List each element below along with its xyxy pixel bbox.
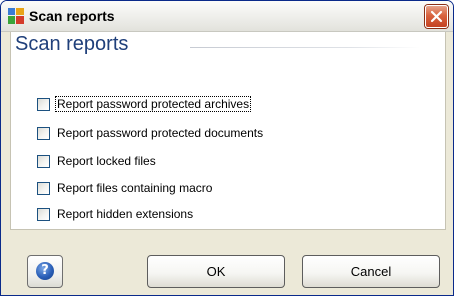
ok-button[interactable]: OK <box>147 255 285 288</box>
option-label: Report hidden extensions <box>57 207 194 221</box>
option-report-password-protected-documents[interactable]: Report password protected documents <box>37 125 264 141</box>
checkbox[interactable] <box>37 97 50 111</box>
option-label: Report password protected documents <box>57 126 264 140</box>
checkbox[interactable] <box>37 181 50 195</box>
close-button[interactable] <box>425 5 448 28</box>
avg-logo-icon <box>8 8 24 24</box>
option-label: Report locked files <box>57 154 156 168</box>
option-report-locked-files[interactable]: Report locked files <box>37 153 157 169</box>
window-title: Scan reports <box>29 8 115 24</box>
option-label: Report files containing macro <box>57 181 213 195</box>
checkbox[interactable] <box>37 207 50 221</box>
option-report-hidden-extensions[interactable]: Report hidden extensions <box>37 206 194 222</box>
option-label: Report password protected archives <box>54 96 252 112</box>
title-bar[interactable]: Scan reports <box>1 1 453 32</box>
help-button[interactable]: ? <box>27 255 63 288</box>
checkbox[interactable] <box>37 154 50 168</box>
close-icon <box>430 10 443 23</box>
checkbox[interactable] <box>37 126 50 140</box>
section-divider <box>190 47 420 48</box>
cancel-button[interactable]: Cancel <box>302 255 440 288</box>
help-icon: ? <box>36 262 54 280</box>
option-report-files-containing-macro[interactable]: Report files containing macro <box>37 180 213 196</box>
option-report-password-protected-archives[interactable]: Report password protected archives <box>37 96 252 112</box>
section-title: Scan reports <box>15 33 129 55</box>
